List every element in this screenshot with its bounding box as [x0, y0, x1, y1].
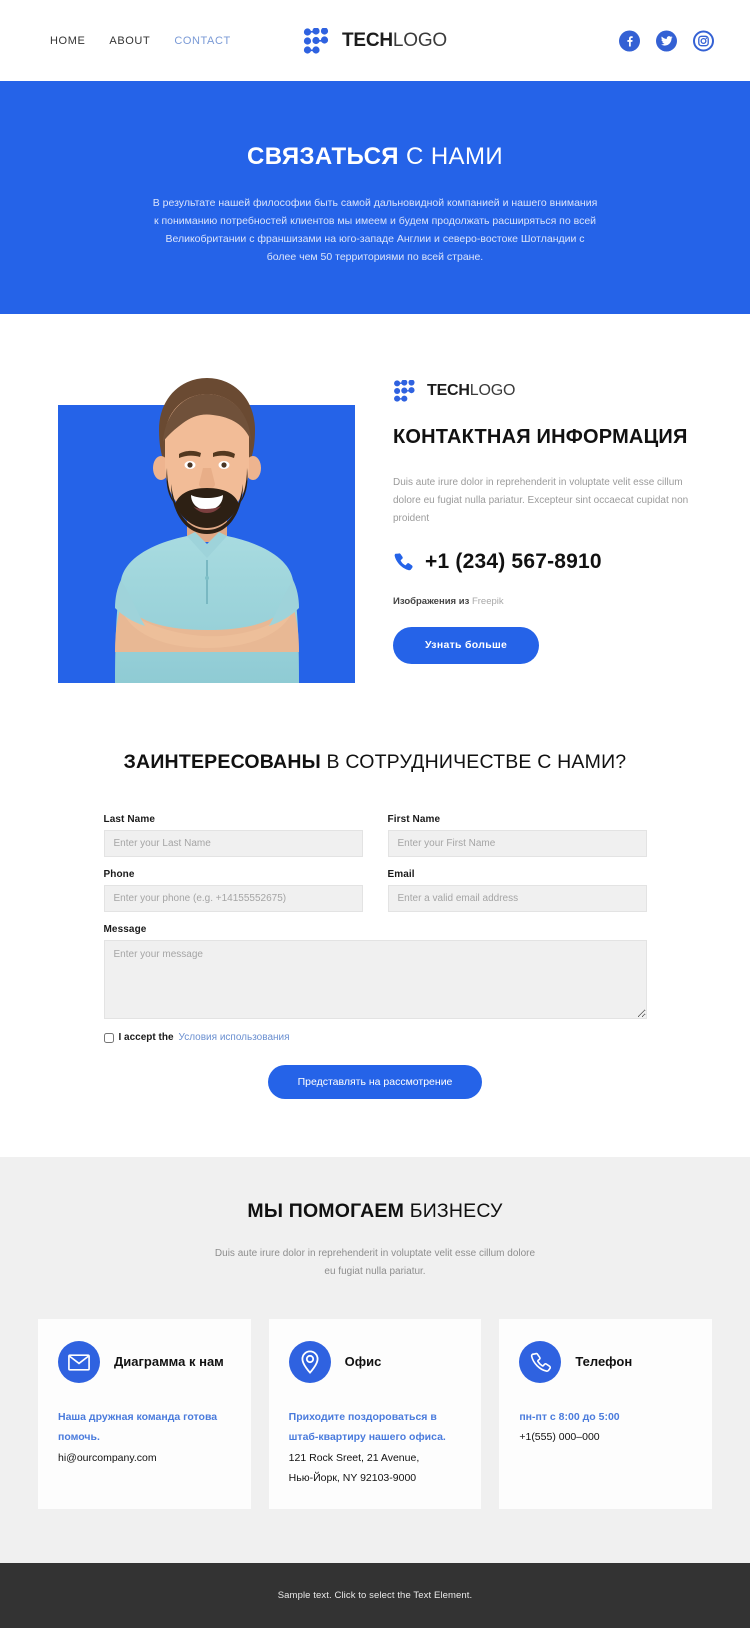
contact-person-photo: [114, 378, 299, 683]
help-heading: МЫ ПОМОГАЕМ БИЗНЕСУ: [0, 1200, 750, 1223]
contact-description: Duis aute irure dolor in reprehenderit i…: [393, 477, 689, 524]
form-row-contact: Phone Email: [103, 869, 647, 912]
form-heading-light: В СОТРУДНИЧЕСТВЕ С НАМИ?: [320, 751, 627, 773]
card-phone-number[interactable]: +1(555) 000–000: [519, 1427, 692, 1447]
card-address-line-2[interactable]: Нью-Йорк, NY 92103-9000: [289, 1468, 462, 1488]
image-credit: Изображения из Freepik: [393, 596, 695, 607]
map-pin-glyph: [301, 1350, 319, 1374]
envelope-icon: [58, 1341, 100, 1383]
contact-logo-light: LOGO: [469, 382, 516, 399]
contact-phone-number: +1 (234) 567-8910: [425, 549, 602, 573]
accept-terms-text: I accept the: [118, 1032, 174, 1043]
card-title: Офис: [344, 1354, 382, 1370]
site-logo[interactable]: TECHLOGO: [303, 27, 447, 54]
card-head: Офис: [288, 1341, 462, 1383]
submit-button[interactable]: Представлять на рассмотрение: [267, 1065, 483, 1099]
contact-info-section: TECHLOGO КОНТАКТНАЯ ИНФОРМАЦИЯ Duis aute…: [0, 314, 750, 725]
phone-icon: [394, 553, 413, 571]
image-credit-prefix: Изображения из: [393, 595, 470, 607]
learn-more-button[interactable]: Узнать больше: [393, 626, 540, 664]
form-heading-strong: ЗАИНТЕРЕСОВАНЫ: [123, 751, 321, 773]
contact-body: TECHLOGO КОНТАКТНАЯ ИНФОРМАЦИЯ Duis aute…: [355, 352, 695, 664]
accept-terms-checkbox[interactable]: [103, 1032, 114, 1043]
nav-item-contact[interactable]: CONTACT: [174, 35, 231, 47]
field-message: Message: [103, 924, 647, 1024]
contact-phone-row[interactable]: +1 (234) 567-8910: [393, 550, 695, 574]
instagram-glyph: [698, 35, 709, 46]
logo-text: TECHLOGO: [342, 31, 447, 50]
form-heading: ЗАИНТЕРЕСОВАНЫ В СОТРУДНИЧЕСТВЕ С НАМИ?: [0, 751, 750, 774]
card-phone: Телефон пн-пт с 8:00 до 5:00 +1(555) 000…: [499, 1319, 713, 1509]
facebook-glyph: [627, 35, 633, 46]
phone-handset-glyph: [530, 1352, 551, 1372]
logo-text-light: LOGO: [392, 30, 448, 51]
card-office: Офис Приходите поздороваться в штаб-квар…: [268, 1319, 482, 1509]
submit-wrap: Представлять на рассмотрение: [104, 1065, 647, 1099]
message-label: Message: [103, 924, 147, 935]
field-email: Email: [387, 869, 647, 912]
last-name-label: Last Name: [103, 814, 155, 825]
phone-handset-icon: [519, 1341, 562, 1383]
field-last-name: Last Name: [103, 814, 363, 857]
map-pin-icon: [288, 1341, 331, 1383]
card-head: Диаграмма к нам: [58, 1341, 231, 1383]
hero-title-light: С НАМИ: [398, 143, 504, 170]
dots-grid-icon: [394, 380, 415, 402]
help-heading-strong: МЫ ПОМОГАЕМ: [247, 1200, 405, 1222]
accept-terms-row: I accept the Условия использования: [103, 1032, 647, 1043]
message-input[interactable]: [103, 940, 647, 1019]
contact-photo-wrap: [0, 352, 355, 683]
contact-form-section: ЗАИНТЕРЕСОВАНЫ В СОТРУДНИЧЕСТВЕ С НАМИ? …: [0, 725, 750, 1157]
instagram-icon[interactable]: [693, 30, 714, 51]
help-heading-light: БИЗНЕСУ: [404, 1200, 503, 1222]
hero-section: СВЯЗАТЬСЯ С НАМИ В результате нашей фило…: [0, 81, 750, 314]
first-name-label: First Name: [387, 814, 441, 825]
first-name-input[interactable]: [387, 830, 647, 857]
contact-form: Last Name First Name Phone Email Message: [103, 814, 647, 1099]
hero-title-strong: СВЯЗАТЬСЯ: [246, 143, 399, 170]
hero-paragraph: В результате нашей философии быть самой …: [152, 197, 598, 264]
twitter-glyph: [660, 35, 673, 46]
image-credit-link[interactable]: Freepik: [472, 596, 504, 607]
card-title: Телефон: [575, 1354, 633, 1370]
logo-text-bold: TECH: [341, 30, 393, 51]
site-footer: Sample text. Click to select the Text El…: [0, 1562, 750, 1628]
contact-cards: Диаграмма к нам Наша дружная команда гот…: [0, 1319, 750, 1509]
contact-photo-backdrop: [58, 378, 355, 683]
dots-grid-icon: [303, 27, 329, 54]
email-input[interactable]: [387, 885, 647, 912]
hero-title: СВЯЗАТЬСЯ С НАМИ: [0, 143, 750, 171]
last-name-input[interactable]: [103, 830, 363, 857]
contact-logo-bold: TECH: [427, 382, 470, 399]
phone-label: Phone: [103, 869, 135, 880]
card-email-address[interactable]: hi@ourcompany.com: [58, 1448, 231, 1468]
nav-item-home[interactable]: HOME: [50, 35, 85, 47]
help-subtitle: Duis aute irure dolor in reprehenderit i…: [214, 1248, 536, 1277]
nav-item-about[interactable]: ABOUT: [109, 35, 150, 47]
form-row-names: Last Name First Name: [103, 814, 647, 857]
twitter-icon[interactable]: [656, 30, 677, 51]
site-header: HOME ABOUT CONTACT TECHLOGO: [0, 0, 750, 81]
field-first-name: First Name: [387, 814, 647, 857]
help-section: МЫ ПОМОГАЕМ БИЗНЕСУ Duis aute irure dolo…: [0, 1157, 750, 1563]
envelope-glyph: [68, 1353, 90, 1371]
card-accent-line[interactable]: пн-пт с 8:00 до 5:00: [519, 1407, 692, 1427]
main-nav: HOME ABOUT CONTACT: [50, 35, 231, 47]
field-phone: Phone: [103, 869, 363, 912]
footer-text[interactable]: Sample text. Click to select the Text El…: [278, 1590, 473, 1601]
email-label: Email: [387, 869, 415, 880]
contact-title: КОНТАКТНАЯ ИНФОРМАЦИЯ: [393, 426, 688, 448]
card-email: Диаграмма к нам Наша дружная команда гот…: [38, 1319, 251, 1509]
card-address-line-1[interactable]: 121 Rock Sreet, 21 Avenue,: [289, 1448, 462, 1468]
facebook-icon[interactable]: [619, 30, 640, 51]
social-links: [619, 30, 714, 51]
card-head: Телефон: [519, 1341, 692, 1383]
card-title: Диаграмма к нам: [114, 1354, 224, 1370]
card-accent-line[interactable]: Наша дружная команда готова помочь.: [58, 1407, 231, 1448]
card-accent-line[interactable]: Приходите поздороваться в штаб-квартиру …: [289, 1407, 462, 1448]
contact-logo-text: TECHLOGO: [427, 383, 515, 399]
terms-of-use-link[interactable]: Условия использования: [179, 1032, 290, 1043]
phone-input[interactable]: [103, 885, 363, 912]
contact-logo: TECHLOGO: [393, 380, 695, 402]
